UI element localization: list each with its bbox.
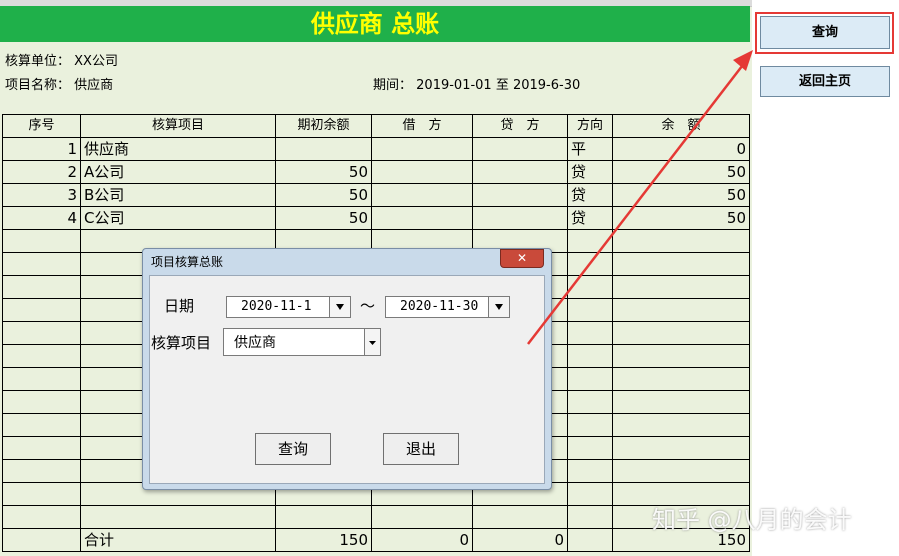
watermark: 知乎 @八月的会计 [652, 506, 852, 534]
annotation-arrow [527, 50, 753, 345]
arrow-line [527, 56, 750, 345]
arrow-head [733, 50, 753, 71]
